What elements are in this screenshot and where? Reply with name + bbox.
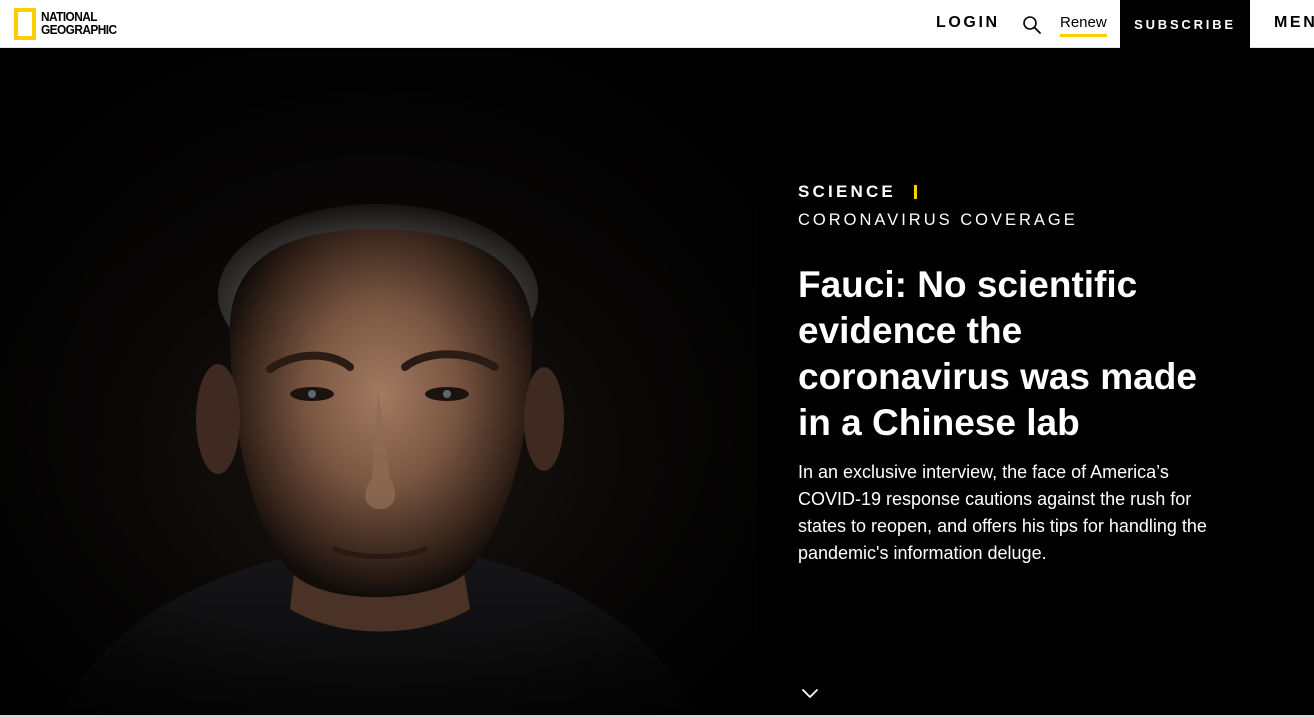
section-label[interactable]: SCIENCE	[798, 182, 896, 202]
login-link[interactable]: LOGIN	[936, 14, 1000, 32]
subscribe-label: SUBSCRIBE	[1134, 16, 1236, 32]
subscribe-button[interactable]: SUBSCRIBE	[1120, 0, 1250, 48]
natgeo-logo[interactable]: NATIONAL GEOGRAPHIC	[14, 8, 120, 40]
logo-line-2: GEOGRAPHIC	[41, 23, 117, 37]
site-header: NATIONAL GEOGRAPHIC LOGIN Renew SUBSCRIB…	[0, 0, 1314, 48]
kicker-divider	[913, 185, 917, 199]
search-icon[interactable]	[1022, 15, 1042, 35]
menu-button[interactable]: MENU	[1274, 14, 1314, 32]
series-label[interactable]: CORONAVIRUS COVERAGE	[798, 211, 1078, 230]
article-dek: In an exclusive interview, the face of A…	[798, 462, 1207, 563]
kicker-row: SCIENCE	[798, 182, 917, 202]
hero-portrait-image	[0, 49, 758, 715]
logo-yellow-frame	[14, 8, 36, 40]
article-headline: Fauci: No scientific evidence the corona…	[798, 264, 1197, 443]
renew-link[interactable]: Renew	[1060, 14, 1107, 37]
article-hero: SCIENCE CORONAVIRUS COVERAGE Fauci: No s…	[0, 49, 1314, 718]
logo-wordmark: NATIONAL GEOGRAPHIC	[41, 11, 117, 37]
chevron-down-icon[interactable]	[801, 687, 819, 699]
